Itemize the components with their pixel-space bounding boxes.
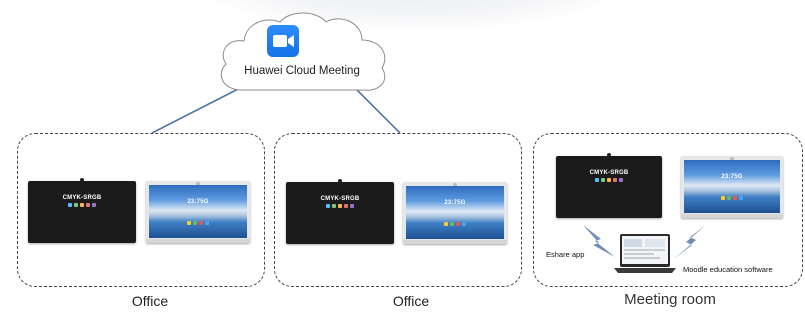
screen-title: 23:75G: [721, 174, 743, 180]
display-orange: CMYK-SRGB: [556, 153, 662, 218]
screen-title: CMYK-SRGB: [589, 170, 629, 176]
app-icons: [30, 203, 134, 208]
screen-title: CMYK-SRGB: [320, 196, 360, 202]
camera-icon: [338, 179, 342, 183]
video-camera-icon: [267, 25, 299, 57]
display-white: 23:75G: [146, 181, 250, 243]
app-icons: [406, 222, 504, 227]
eshare-label: Eshare app: [546, 250, 585, 259]
camera-icon: [607, 153, 611, 157]
screen-title: 23:75G: [444, 200, 466, 206]
display-white: 23:75G: [681, 156, 783, 218]
laptop-icon: [614, 234, 676, 273]
app-icons: [149, 221, 247, 226]
app-icons: [684, 196, 780, 201]
app-icons: [558, 178, 660, 183]
app-icons: [288, 204, 392, 209]
lightning-right-icon: [674, 225, 706, 259]
lightning-left-icon: [583, 225, 615, 257]
display-white: 23:75G: [403, 182, 507, 244]
display-orange: CMYK-SRGB: [28, 178, 136, 243]
moodle-label: Moodle education software: [683, 265, 773, 274]
cloud-label: Huawei Cloud Meeting: [244, 65, 360, 77]
display-orange: CMYK-SRGB: [286, 179, 394, 244]
site-caption: Meeting room: [624, 291, 716, 308]
camera-icon: [80, 178, 84, 182]
cloud-shape: [220, 12, 386, 91]
screen-title: CMYK-SRGB: [62, 195, 102, 201]
site-caption: Office: [131, 293, 169, 309]
screen-title: 23:75G: [187, 199, 209, 205]
site-caption: Office: [392, 293, 430, 309]
